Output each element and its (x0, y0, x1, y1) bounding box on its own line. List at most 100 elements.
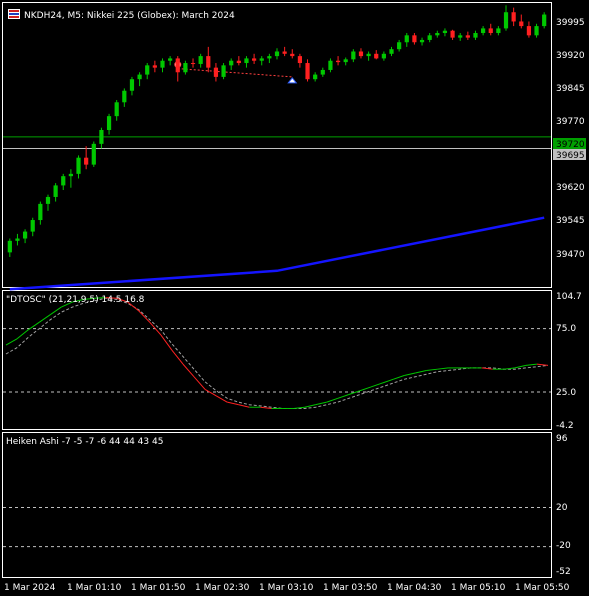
moving-average-line (9, 216, 545, 291)
bull-candle (274, 51, 280, 57)
osc-main-segment (304, 404, 316, 408)
osc-main-segment (38, 314, 51, 323)
bull-candle (229, 60, 234, 66)
bull-candle (404, 35, 409, 43)
bull-candle (15, 238, 20, 241)
bear-candle (519, 21, 524, 27)
bull-candle (442, 30, 448, 34)
level-label-upper: 39720 (553, 138, 586, 150)
osc-main-segment (359, 386, 372, 392)
bull-candle (328, 60, 333, 70)
osc-main-segment (193, 376, 206, 390)
bull-candle (198, 56, 203, 64)
heiken-ashi-group (3, 506, 551, 548)
bear-candle (335, 60, 341, 63)
bull-candle (435, 33, 440, 36)
bull-candle (244, 58, 249, 64)
bear-candle (84, 157, 89, 165)
time-label: 1 Mar 02:30 (195, 583, 250, 593)
bull-candle (145, 65, 150, 75)
trade-exit-marker (287, 77, 298, 84)
osc-main-segment (536, 363, 549, 366)
osc-axis-label: -4.2 (556, 421, 574, 431)
bull-candle (313, 74, 318, 80)
bull-candle (76, 157, 81, 174)
main-chart-group (3, 5, 551, 291)
bear-candle (152, 65, 157, 68)
time-label: 1 Mar 01:10 (67, 583, 122, 593)
bull-candle (503, 12, 509, 29)
osc-axis-label: 25.0 (556, 388, 576, 398)
price-label: 39920 (556, 51, 585, 61)
bull-candle (45, 196, 51, 204)
bull-candle (168, 58, 173, 61)
time-axis[interactable]: 1 Mar 2024 1 Mar 01:10 1 Mar 01:50 1 Mar… (4, 583, 570, 593)
osc-main-segment (171, 349, 184, 365)
osc-axis-label: 75.0 (556, 324, 576, 334)
time-label: 1 Mar 05:50 (515, 583, 570, 593)
osc-main-segment (5, 338, 18, 346)
oscillator-title: "DTOSC" (21,21,9,5) 14.5 16.8 (6, 295, 145, 305)
bull-candle (496, 28, 501, 34)
bear-candle (290, 53, 295, 57)
price-label: 39845 (556, 84, 585, 94)
bull-candle (137, 74, 142, 80)
bull-candle (351, 51, 356, 60)
bull-candle (61, 176, 66, 186)
level-value: 39695 (556, 151, 585, 161)
oscillator-group (3, 297, 551, 409)
osc-main-segment (238, 404, 250, 408)
osc-main-segment (481, 367, 493, 370)
bear-candle (206, 56, 211, 68)
bull-candle (397, 42, 402, 50)
bear-candle (511, 12, 516, 22)
symbol-icon (8, 9, 20, 19)
bull-candle (183, 63, 188, 73)
bull-candle (106, 116, 112, 130)
main-pane[interactable] (2, 2, 552, 288)
osc-main-segment (16, 329, 29, 340)
osc-main-segment (514, 364, 526, 369)
time-label: 1 Mar 05:10 (451, 583, 506, 593)
bear-candle (358, 51, 364, 57)
time-label: 1 Mar 03:50 (323, 583, 378, 593)
osc-main-segment (337, 394, 350, 399)
bull-candle (122, 90, 127, 103)
ha-axis-label: 96 (556, 434, 568, 444)
bull-candle (458, 35, 463, 38)
bull-candle (259, 58, 264, 61)
bull-candle (473, 33, 478, 38)
osc-main-segment (138, 310, 151, 323)
bull-candle (22, 231, 28, 239)
bull-candle (160, 60, 165, 68)
bear-candle (213, 67, 219, 77)
bear-candle (305, 63, 310, 80)
osc-main-segment (381, 378, 394, 384)
trade-arrow-line (177, 68, 293, 78)
price-label: 39620 (556, 183, 585, 193)
osc-axis-label: 104.7 (556, 292, 582, 302)
bull-candle (68, 173, 73, 177)
bear-candle (282, 51, 287, 54)
bear-candle (526, 26, 532, 36)
price-label: 39470 (556, 250, 585, 260)
osc-main-segment (182, 363, 195, 378)
chart-title: NKDH24, M5: Nikkei 225 (Globex): March 2… (24, 11, 235, 21)
bear-candle (450, 30, 455, 38)
bull-candle (114, 102, 119, 117)
osc-main-segment (204, 389, 217, 397)
bull-candle (221, 65, 226, 77)
bull-candle (343, 59, 348, 63)
bull-candle (38, 203, 43, 221)
ha-axis-label: -20 (556, 541, 571, 551)
bull-candle (99, 129, 104, 144)
price-label: 39770 (556, 117, 585, 127)
osc-main-segment (348, 390, 361, 396)
heiken-ashi-pane[interactable] (2, 432, 552, 578)
heiken-ashi-axis: 96 20 -20 -52 (556, 434, 571, 577)
bear-candle (297, 56, 303, 64)
time-label: 1 Mar 2024 (4, 583, 56, 593)
bull-candle (30, 220, 35, 232)
bear-candle (488, 28, 493, 34)
bull-candle (129, 79, 135, 91)
